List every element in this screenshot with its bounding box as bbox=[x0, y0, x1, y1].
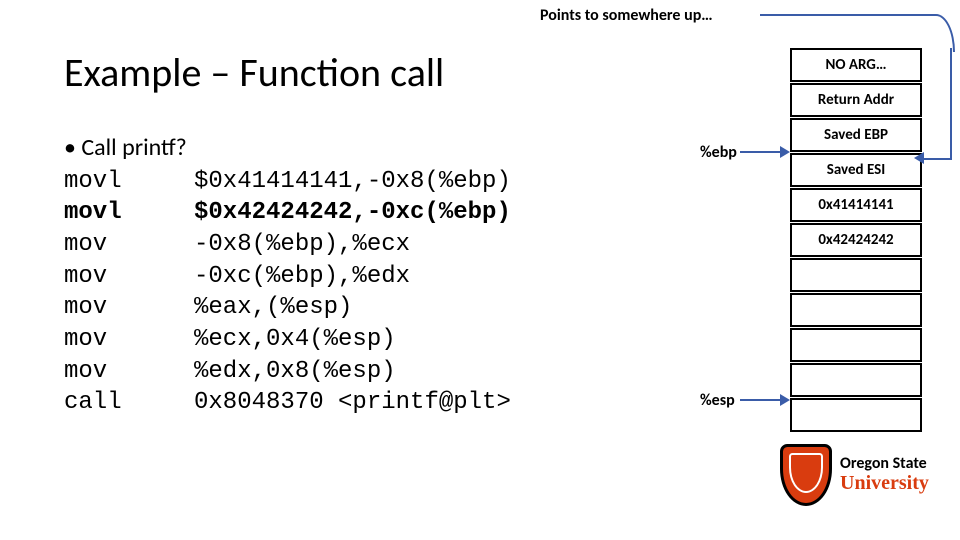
ebp-label: %ebp bbox=[700, 143, 737, 162]
code-line: movl$0x41414141,-0x8(%ebp) bbox=[64, 166, 511, 198]
stack-cell bbox=[790, 398, 922, 432]
code-line: mov%ecx,0x4(%esp) bbox=[64, 324, 511, 356]
osu-logo: Oregon State University bbox=[780, 430, 930, 520]
stack-cell bbox=[790, 258, 922, 292]
stack-cell: NO ARG… bbox=[790, 48, 922, 82]
esp-label: %esp bbox=[700, 391, 735, 410]
stack-cell: 0x41414141 bbox=[790, 188, 922, 222]
curved-arrow-icon bbox=[922, 158, 952, 160]
code-line: mov-0xc(%ebp),%edx bbox=[64, 261, 511, 293]
curved-arrow-icon bbox=[950, 48, 952, 160]
stack-cell: Saved ESI bbox=[790, 153, 922, 187]
stack-cell: Saved EBP bbox=[790, 118, 922, 152]
stack-cell: 0x42424242 bbox=[790, 223, 922, 257]
arrow-icon bbox=[740, 399, 788, 401]
stack-cell bbox=[790, 293, 922, 327]
arrow-icon bbox=[740, 151, 788, 153]
top-caption: Points to somewhere up… bbox=[540, 6, 713, 25]
code-block: • Call printf? movl$0x41414141,-0x8(%ebp… bbox=[64, 132, 511, 419]
code-line: mov-0x8(%ebp),%ecx bbox=[64, 229, 511, 261]
code-line: mov%edx,0x8(%esp) bbox=[64, 356, 511, 388]
stack-cell bbox=[790, 328, 922, 362]
code-line: movl$0x42424242,-0xc(%ebp) bbox=[64, 197, 511, 229]
stack-diagram: NO ARG… Return Addr Saved EBP Saved ESI … bbox=[790, 48, 922, 433]
logo-text: Oregon State University bbox=[840, 456, 929, 494]
shield-icon bbox=[780, 444, 832, 506]
code-line: mov%eax,(%esp) bbox=[64, 292, 511, 324]
stack-cell: Return Addr bbox=[790, 83, 922, 117]
stack-cell bbox=[790, 363, 922, 397]
code-line: call0x8048370 <printf@plt> bbox=[64, 387, 511, 419]
curved-arrow-icon bbox=[760, 14, 955, 52]
bullet-line: • Call printf? bbox=[64, 132, 511, 164]
slide-title: Example – Function call bbox=[64, 48, 444, 97]
